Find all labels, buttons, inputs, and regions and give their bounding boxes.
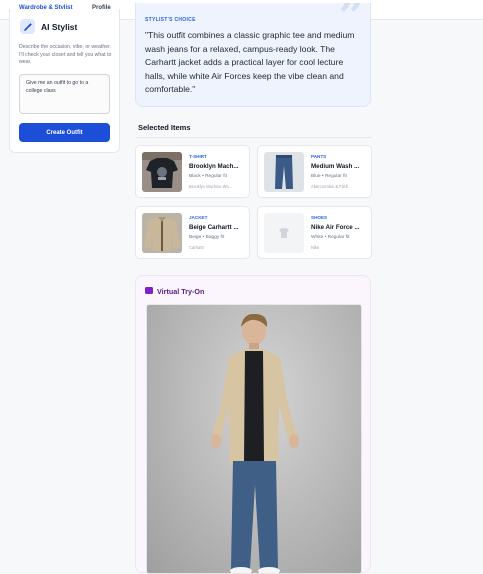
item-name: Brooklyn Mach... xyxy=(189,163,239,170)
item-name: Beige Carhartt ... xyxy=(189,224,239,231)
item-brand: Nike xyxy=(311,245,320,250)
virtual-tryon-panel: Virtual Try-On xyxy=(135,275,371,574)
selected-items-title: Selected Items xyxy=(138,123,191,132)
create-outfit-button[interactable]: Create Outfit xyxy=(19,123,110,142)
item-meta: White • Regular fit xyxy=(311,235,350,240)
tshirt-placeholder-icon xyxy=(264,213,304,253)
ai-stylist-panel: AI Stylist Describe the occasion, vibe, … xyxy=(9,9,120,153)
item-card-pants[interactable]: PANTS Medium Wash ... Blue • Regular fit… xyxy=(257,145,372,198)
item-category: PANTS xyxy=(311,154,327,159)
tshirt-image xyxy=(142,152,182,192)
divider xyxy=(136,137,372,138)
item-meta: Blue • Regular fit xyxy=(311,174,347,179)
item-card-shoes[interactable]: SHOES Nike Air Force ... White • Regular… xyxy=(257,206,372,259)
item-meta: Black • Regular fit xyxy=(189,174,227,179)
item-category: JACKET xyxy=(189,215,208,220)
item-category: SHOES xyxy=(311,215,328,220)
outfit-prompt-input[interactable]: Give me an outfit to go to a college cla… xyxy=(19,74,110,114)
jeans-image xyxy=(264,152,304,192)
item-card-tshirt[interactable]: T-SHIRT Brooklyn Mach... Black • Regular… xyxy=(135,145,250,198)
item-name: Medium Wash ... xyxy=(311,163,360,170)
stylist-choice-label: STYLIST'S CHOICE xyxy=(145,17,196,23)
virtual-tryon-title: Virtual Try-On xyxy=(157,287,205,296)
item-category: T-SHIRT xyxy=(189,154,207,159)
stylist-choice-text: "This outfit combines a classic graphic … xyxy=(145,30,355,95)
item-meta: Beige • Baggy fit xyxy=(189,235,225,240)
stylist-choice-card: STYLIST'S CHOICE ” "This outfit combines… xyxy=(135,3,371,107)
stylist-title: AI Stylist xyxy=(41,22,78,32)
camera-icon xyxy=(145,287,153,294)
stylist-description: Describe the occasion, vibe, or weather.… xyxy=(19,44,112,66)
jacket-image xyxy=(142,213,182,253)
magic-wand-icon xyxy=(20,19,35,34)
item-name: Nike Air Force ... xyxy=(311,224,360,231)
item-brand: Carhartt xyxy=(189,245,204,250)
tryon-photo xyxy=(146,304,362,574)
item-brand: Abercrombie & Fitch xyxy=(311,184,349,189)
item-brand: Brooklyn Machine Wo... xyxy=(189,184,233,189)
item-card-jacket[interactable]: JACKET Beige Carhartt ... Beige • Baggy … xyxy=(135,206,250,259)
